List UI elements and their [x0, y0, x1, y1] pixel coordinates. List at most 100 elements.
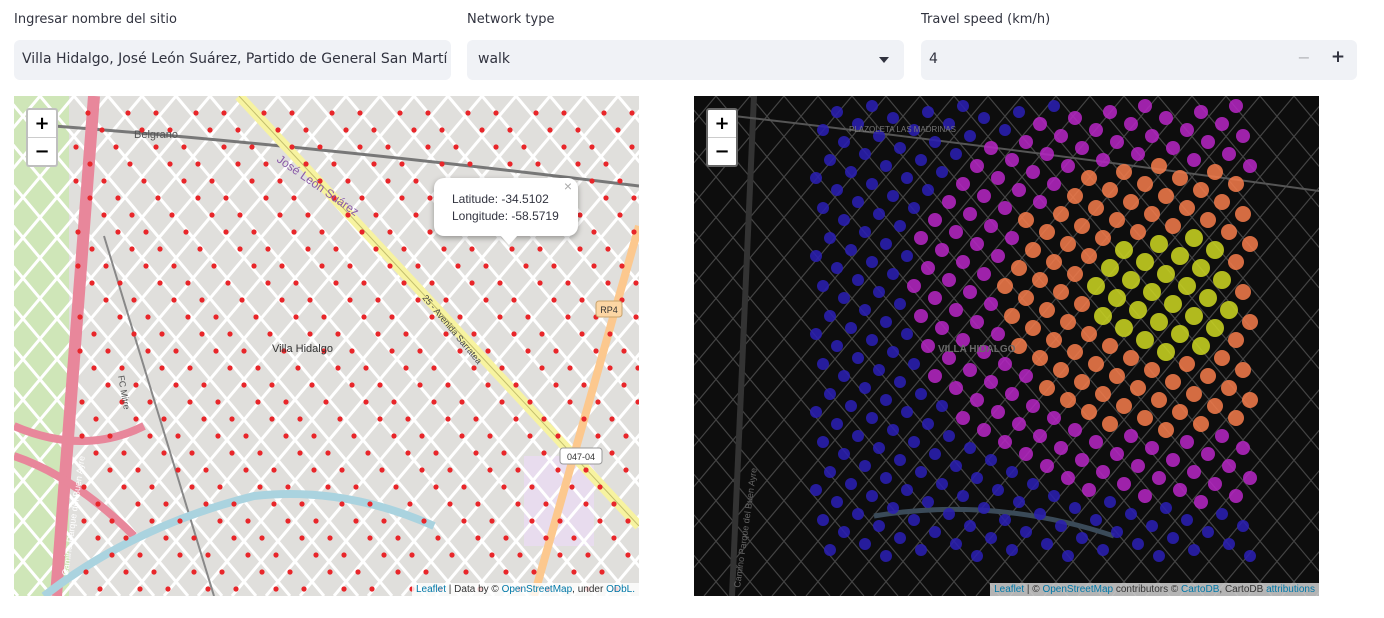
network-node	[109, 518, 115, 524]
isochrone-node	[1137, 176, 1153, 192]
network-node	[475, 535, 481, 541]
isochrone-node	[1215, 429, 1229, 443]
network-node	[543, 535, 549, 541]
network-node	[583, 501, 589, 507]
zoom-in-button[interactable]: +	[28, 110, 56, 137]
network-node	[513, 416, 519, 422]
network-node	[327, 569, 333, 575]
network-node	[537, 280, 543, 286]
network-node	[591, 263, 597, 269]
isochrone-node	[1229, 489, 1243, 503]
network-node	[213, 314, 219, 320]
network-node	[405, 450, 411, 456]
network-node	[303, 161, 309, 167]
isochrone-node	[1243, 471, 1257, 485]
network-node	[171, 297, 177, 303]
isochrone-node	[1228, 254, 1244, 270]
decrement-button[interactable]: −	[1291, 48, 1317, 72]
network-node	[345, 178, 351, 184]
isochrone-node	[978, 112, 990, 124]
zoom-out-button-dark[interactable]: −	[708, 138, 736, 165]
isochrone-node	[852, 430, 864, 442]
network-node	[149, 518, 155, 524]
street-map[interactable]: Belgrano José León Suárez Villa Hidalgo …	[14, 96, 639, 596]
network-node	[353, 518, 359, 524]
osm-link[interactable]: OpenStreetMap	[1042, 584, 1113, 595]
isochrone-node	[1053, 284, 1069, 300]
isochrone-node	[1221, 380, 1237, 396]
network-node	[527, 399, 533, 405]
isochrone-node	[1145, 129, 1159, 143]
network-node	[441, 246, 447, 252]
network-node	[469, 280, 475, 286]
osm-link[interactable]: OpenStreetMap	[502, 584, 573, 595]
network-node	[419, 433, 425, 439]
network-node	[307, 297, 313, 303]
network-node	[323, 399, 329, 405]
site-input[interactable]: Villa Hidalgo, José León Suárez, Partido…	[14, 40, 451, 80]
network-node	[265, 246, 271, 252]
isochrone-node	[866, 412, 878, 424]
leaflet-link[interactable]: Leaflet	[994, 584, 1024, 595]
isochrone-node	[852, 196, 864, 208]
network-node	[77, 348, 83, 354]
isochrone-node	[1131, 459, 1145, 473]
network-node	[425, 144, 431, 150]
cartodb-link[interactable]: CartoDB	[1181, 584, 1219, 595]
isochrone-node	[1185, 229, 1203, 247]
network-node	[455, 263, 461, 269]
zoom-out-button[interactable]: −	[28, 138, 56, 165]
isochrone-node	[1207, 164, 1223, 180]
attributions-link[interactable]: attributions	[1266, 584, 1315, 595]
network-node	[163, 535, 169, 541]
network-node	[203, 501, 209, 507]
network-node	[161, 450, 167, 456]
network-node	[189, 484, 195, 490]
network-node	[123, 535, 129, 541]
isochrone-map[interactable]: PLAZOLETA LAS MADRINAS VILLA HIDALGO Cam…	[694, 96, 1319, 596]
isochrone-node	[1236, 441, 1250, 455]
network-node	[577, 246, 583, 252]
isochrone-node	[1201, 447, 1215, 461]
zoom-in-button-dark[interactable]: +	[708, 110, 736, 137]
network-node	[341, 552, 347, 558]
leaflet-link[interactable]: Leaflet	[416, 584, 446, 595]
speed-number-input[interactable]: 4 − +	[921, 40, 1357, 80]
label-plazoleta: PLAZOLETA LAS MADRINAS	[849, 125, 956, 134]
isochrone-node	[1223, 538, 1235, 550]
isochrone-node	[880, 316, 892, 328]
odbl-link[interactable]: ODbL.	[606, 584, 635, 595]
network-node	[399, 161, 405, 167]
increment-button[interactable]: +	[1325, 47, 1351, 71]
isochrone-node	[1048, 490, 1060, 502]
isochrone-node	[964, 130, 976, 142]
network-node	[75, 229, 81, 235]
isochrone-node	[1110, 447, 1124, 461]
isochrone-node	[1214, 350, 1230, 366]
network-select[interactable]: walk	[467, 40, 904, 80]
isochrone-node	[1039, 224, 1055, 240]
network-node	[527, 433, 533, 439]
network-node	[145, 348, 151, 354]
network-node	[73, 178, 79, 184]
network-node	[397, 110, 403, 116]
network-node	[151, 569, 157, 575]
isochrone-node	[859, 382, 871, 394]
isochrone-node	[1138, 99, 1152, 113]
isochrone-node	[845, 166, 857, 178]
popup-close-button[interactable]: ×	[564, 178, 572, 194]
network-node	[147, 433, 153, 439]
network-node	[547, 127, 553, 133]
isochrone-node	[824, 466, 836, 478]
isochrone-node	[1236, 129, 1250, 143]
network-node	[479, 127, 485, 133]
network-node	[229, 416, 235, 422]
isochrone-node	[1104, 496, 1116, 508]
isochrone-node	[880, 550, 892, 562]
isochrone-node	[1117, 477, 1131, 491]
isochrone-node	[824, 154, 836, 166]
network-node	[167, 161, 173, 167]
isochrone-node	[1179, 356, 1195, 372]
network-node	[503, 535, 509, 541]
network-node	[291, 229, 297, 235]
